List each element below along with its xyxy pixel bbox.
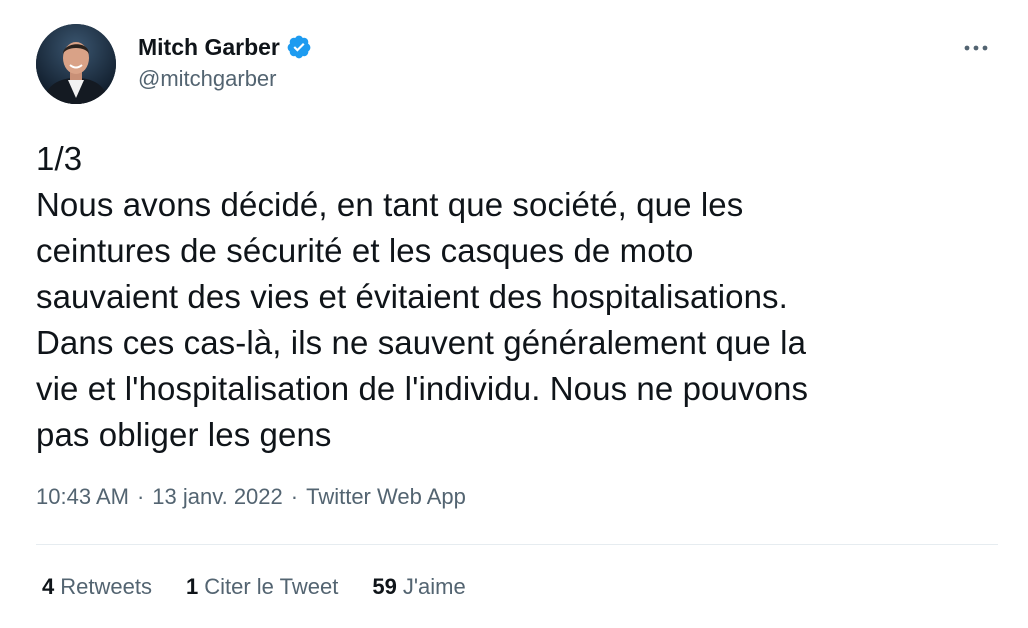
- tweet-header: Mitch Garber @mitchgarber: [36, 24, 1004, 108]
- meta-separator: ·: [290, 484, 299, 509]
- verified-badge-icon: [286, 34, 312, 60]
- meta-separator: ·: [136, 484, 145, 509]
- tweet-meta: 10:43 AM · 13 janv. 2022 · Twitter Web A…: [36, 484, 466, 510]
- retweets-label: Retweets: [60, 574, 152, 599]
- more-horizontal-icon: [964, 45, 988, 51]
- tweet-time[interactable]: 10:43 AM: [36, 484, 129, 510]
- avatar-photo-icon: [36, 24, 116, 104]
- divider: [36, 544, 998, 545]
- retweets-count: 4: [42, 574, 55, 599]
- display-name[interactable]: Mitch Garber: [138, 34, 280, 61]
- likes-label: J'aime: [402, 574, 466, 599]
- quotes-count: 1: [185, 574, 199, 599]
- quotes-stat[interactable]: 1 Citer le Tweet: [186, 574, 338, 600]
- likes-stat[interactable]: 59 J'aime: [372, 574, 465, 600]
- retweets-stat[interactable]: 4 Retweets: [42, 574, 152, 600]
- avatar[interactable]: [36, 24, 116, 104]
- tweet-date[interactable]: 13 janv. 2022: [152, 484, 282, 510]
- tweet-text: 1/3 Nous avons décidé, en tant que socié…: [36, 140, 809, 453]
- author-handle[interactable]: @mitchgarber: [138, 66, 312, 92]
- more-options-button[interactable]: [956, 36, 996, 60]
- tweet-card: Mitch Garber @mitchgarber 1/3 Nous avons…: [0, 0, 1028, 628]
- tweet-source[interactable]: Twitter Web App: [306, 484, 466, 510]
- display-name-row: Mitch Garber: [138, 32, 312, 62]
- tweet-stats: 4 Retweets 1 Citer le Tweet 59 J'aime: [42, 574, 466, 600]
- likes-count: 59: [372, 574, 397, 599]
- quotes-label: Citer le Tweet: [204, 574, 339, 599]
- author-names: Mitch Garber @mitchgarber: [138, 32, 312, 92]
